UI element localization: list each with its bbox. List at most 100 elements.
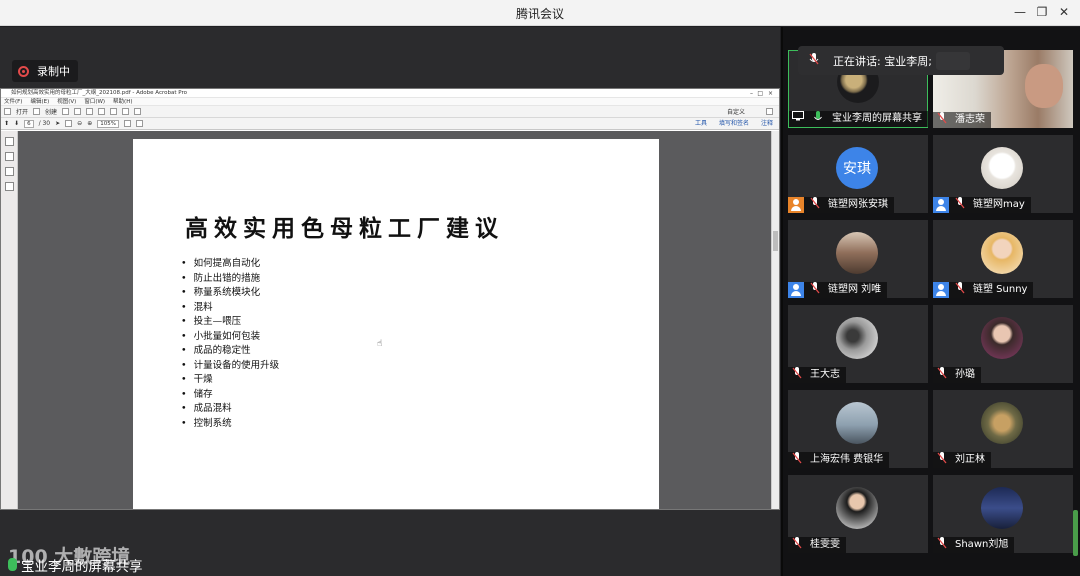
- participant-name: 桂雯雯: [810, 539, 840, 550]
- acrobat-window: 如何规划高效实用的母粒工厂_大纲_202108.pdf - Adobe Acro…: [0, 88, 780, 510]
- document-view: 高效实用色母粒工厂建议 如何提高自动化 防止出错的措施 称量系统模块化 混料 投…: [1, 131, 779, 509]
- comment-link[interactable]: 注释: [761, 119, 773, 129]
- fill-sign-link[interactable]: 填写和签名: [719, 119, 749, 129]
- active-speaker-banner: 正在讲话: 宝业李周;: [798, 46, 1004, 75]
- stamp-icon[interactable]: [134, 108, 142, 115]
- participant-tile[interactable]: 王大志: [788, 305, 928, 383]
- slide-bullet-list: 如何提高自动化 防止出错的措施 称量系统模块化 混料 投主—喂压 小批量如何包装…: [181, 257, 280, 432]
- comment-icon[interactable]: [110, 108, 118, 115]
- open-folder-icon[interactable]: [4, 108, 11, 115]
- participant-label: 链塑网张安琪: [788, 197, 894, 213]
- open-button[interactable]: 打开: [16, 107, 28, 116]
- participant-tile[interactable]: 链塑 Sunny: [933, 220, 1073, 298]
- pages-panel-icon[interactable]: [5, 137, 14, 146]
- participant-label: Shawn刘旭: [933, 537, 1015, 553]
- zoom-in-icon[interactable]: ⊕: [87, 120, 92, 127]
- menu-file[interactable]: 文件(F): [4, 98, 22, 105]
- speaking-label: 正在讲话: 宝业李周;: [833, 54, 932, 68]
- acrobat-menu-bar: 文件(F) 编辑(E) 视图(V) 窗口(W) 帮助(H): [1, 98, 779, 106]
- mic-icon: [814, 111, 830, 127]
- print-icon[interactable]: [74, 108, 82, 115]
- acrobat-close-icon[interactable]: ×: [768, 89, 773, 98]
- create-icon[interactable]: [33, 108, 41, 115]
- participant-tile[interactable]: Shawn刘旭: [933, 475, 1073, 553]
- document-scrollbar[interactable]: [771, 131, 779, 509]
- hand-cursor-icon: ☝: [377, 339, 383, 349]
- next-page-icon[interactable]: ⬇: [14, 120, 19, 127]
- participant-label: 潘志荣: [933, 112, 991, 128]
- participant-name: 王大志: [810, 369, 840, 380]
- mic-muted-icon: [937, 452, 953, 468]
- participant-tile[interactable]: 上海宏伟 费银华: [788, 390, 928, 468]
- settings-icon[interactable]: [98, 108, 106, 115]
- participant-tile[interactable]: 刘正林: [933, 390, 1073, 468]
- user-icon: [933, 197, 949, 213]
- save-icon[interactable]: [62, 108, 70, 115]
- mic-muted-icon: [810, 197, 826, 213]
- acrobat-panel-links: 工具 填写和签名 注释: [695, 119, 773, 129]
- menu-help[interactable]: 帮助(H): [113, 98, 132, 105]
- tools-link[interactable]: 工具: [695, 119, 707, 129]
- participant-tile[interactable]: 孙璐: [933, 305, 1073, 383]
- menu-view[interactable]: 视图(V): [57, 98, 76, 105]
- fit-page-icon[interactable]: [123, 120, 131, 127]
- participant-label: 桂雯雯: [788, 537, 846, 553]
- bullet-item: 如何提高自动化: [181, 257, 279, 272]
- bullet-item: 成品混料: [181, 402, 279, 417]
- participant-name: 链塑网张安琪: [828, 199, 888, 210]
- recording-label: 录制中: [37, 65, 70, 78]
- participant-tile[interactable]: 桂雯雯: [788, 475, 928, 553]
- participant-tile[interactable]: 链塑网may: [933, 135, 1073, 213]
- bookmarks-panel-icon[interactable]: [5, 152, 14, 161]
- bullet-item: 成品的稳定性: [181, 344, 279, 359]
- zoom-input[interactable]: 105%: [97, 119, 119, 128]
- participant-name: Shawn刘旭: [955, 539, 1009, 550]
- bullet-item: 干燥: [181, 373, 279, 388]
- hand-tool-icon[interactable]: [65, 120, 73, 127]
- menu-edit[interactable]: 编辑(E): [30, 98, 49, 105]
- mic-muted-icon: [937, 112, 953, 128]
- participant-label: 链塑网 刘唯: [788, 282, 888, 298]
- participant-tile[interactable]: 安琪 链塑网张安琪: [788, 135, 928, 213]
- bullet-item: 储存: [181, 388, 279, 403]
- participant-label: 宝业李周的屏幕共享: [789, 111, 928, 127]
- acrobat-minimize-icon[interactable]: –: [750, 89, 753, 98]
- minimize-icon[interactable]: —: [1012, 4, 1028, 20]
- user-icon: [788, 197, 804, 213]
- fit-width-icon[interactable]: [135, 120, 143, 127]
- recording-indicator[interactable]: 录制中: [12, 60, 78, 82]
- create-button[interactable]: 创建: [45, 107, 57, 116]
- scroll-thumb[interactable]: [773, 231, 778, 251]
- zoom-out-icon[interactable]: ⊖: [77, 120, 82, 127]
- page-number-input[interactable]: 6: [24, 119, 34, 128]
- avatar: [981, 487, 1023, 529]
- participant-label: 刘正林: [933, 452, 991, 468]
- participant-name: 宝业李周的屏幕共享: [832, 113, 922, 124]
- select-tool-icon[interactable]: ➤: [55, 120, 60, 127]
- bullet-item: 计量设备的使用升级: [181, 359, 280, 374]
- title-bar: 腾讯会议 — ❐ ✕: [0, 0, 1080, 26]
- email-icon[interactable]: [86, 108, 94, 115]
- pdf-page: 高效实用色母粒工厂建议 如何提高自动化 防止出错的措施 称量系统模块化 混料 投…: [133, 139, 659, 509]
- mic-muted-icon: [937, 367, 953, 383]
- menu-window[interactable]: 窗口(W): [84, 98, 105, 105]
- acrobat-title: 如何规划高效实用的母粒工厂_大纲_202108.pdf - Adobe Acro…: [11, 90, 187, 96]
- signature-panel-icon[interactable]: [5, 167, 14, 176]
- bullet-item: 混料: [181, 301, 279, 316]
- acrobat-maximize-icon[interactable]: □: [757, 89, 763, 98]
- close-icon[interactable]: ✕: [1056, 4, 1072, 20]
- user-icon: [788, 282, 804, 298]
- bullet-item: 控制系统: [181, 417, 279, 432]
- attachments-panel-icon[interactable]: [5, 182, 14, 191]
- participant-tile[interactable]: 链塑网 刘唯: [788, 220, 928, 298]
- expand-icon[interactable]: [766, 108, 773, 115]
- mic-muted-icon: [792, 367, 808, 383]
- restore-icon[interactable]: ❐: [1034, 4, 1050, 20]
- highlight-icon[interactable]: [122, 108, 130, 115]
- customize-dropdown[interactable]: 自定义: [727, 107, 745, 116]
- participant-scrollbar[interactable]: [1073, 510, 1078, 556]
- acrobat-toolbar-main: 打开 创建 自定义: [1, 106, 779, 118]
- avatar: [981, 402, 1023, 444]
- prev-page-icon[interactable]: ⬆: [4, 120, 9, 127]
- video-feed: [1025, 64, 1063, 108]
